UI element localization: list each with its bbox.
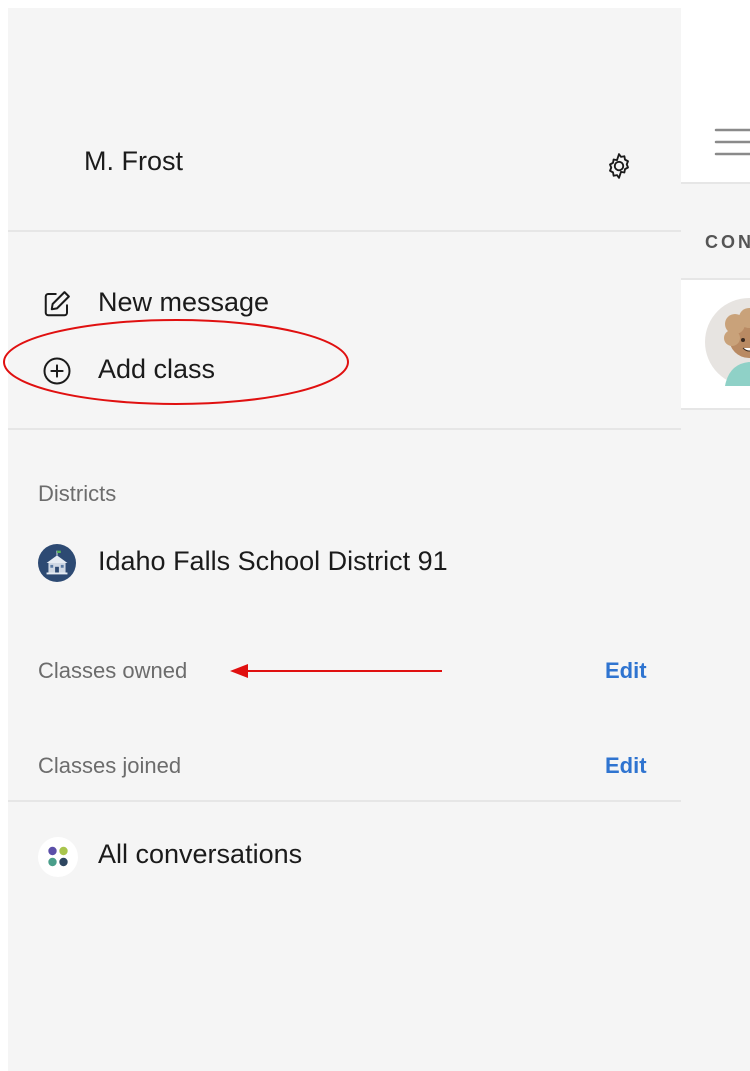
conversations-section-header: CON [681,184,750,280]
districts-header: Districts [38,481,117,506]
main-panel: CON [681,0,750,1071]
compose-icon [44,291,70,317]
classes-owned-edit-link[interactable]: Edit [605,658,647,684]
district-item[interactable]: Idaho Falls School District 91 [8,542,681,590]
avatar [705,298,750,386]
section-title: CON [705,232,750,252]
school-building-icon [38,544,76,582]
main-header [681,0,750,184]
classes-owned-header: Classes owned [38,658,188,683]
plus-circle-icon [43,357,71,385]
all-conversations-item[interactable]: All conversations [8,834,681,882]
new-message-button[interactable]: New message [8,278,681,328]
all-conversations-label: All conversations [98,839,303,869]
hamburger-icon[interactable] [713,126,750,158]
district-name: Idaho Falls School District 91 [98,546,448,576]
navigation-drawer: M. Frost New message Add class Districts… [8,8,681,1071]
drawer-actions: New message Add class [8,232,681,430]
dots-grid-icon [38,837,78,877]
gear-icon[interactable] [604,151,634,181]
classes-joined-edit-link[interactable]: Edit [605,753,647,779]
classes-joined-header: Classes joined [38,753,182,778]
profile-header: M. Frost [8,8,681,232]
divider [8,800,681,802]
new-message-label: New message [98,287,270,317]
add-class-button[interactable]: Add class [8,345,681,395]
conversation-row[interactable] [681,280,750,410]
add-class-label: Add class [98,354,216,384]
user-name: M. Frost [84,146,183,176]
